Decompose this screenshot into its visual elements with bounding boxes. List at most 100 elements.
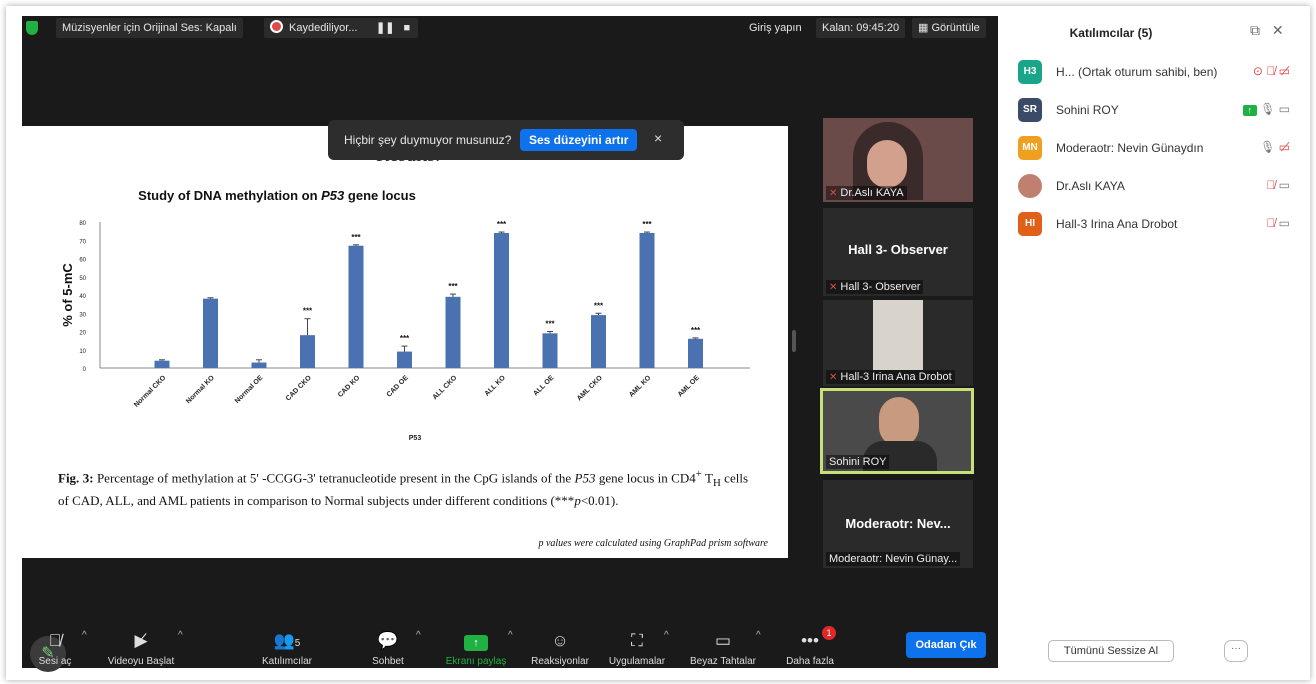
participant-name: H... (Ortak oturum sahibi, ben) (1056, 65, 1218, 79)
split-handle[interactable] (792, 330, 796, 352)
chart-bar (397, 351, 412, 368)
avatar: MN (1018, 136, 1042, 160)
video-tile-moderator[interactable]: Moderaotr: Nev... Moderaotr: Nevin Günay… (823, 480, 973, 568)
chevron-up-icon[interactable]: ^ (82, 630, 87, 641)
more-button[interactable]: ••• 1 Daha fazla (782, 626, 838, 667)
participant-status: ⊙ 🎙̸ ▭̸ (1253, 64, 1290, 78)
share-screen-icon: ↑ (442, 630, 510, 652)
y-axis-label: % of 5-mC (60, 263, 75, 327)
participant-row[interactable]: SR Sohini ROY ↑ 🎙 ▭ (1018, 98, 1302, 122)
panel-title: Katılımcılar (5) (1069, 26, 1153, 40)
chart-bar (203, 298, 218, 368)
recording-indicator[interactable]: Kaydediliyor... (264, 18, 372, 38)
caption-text-3: T (701, 470, 713, 486)
stop-icon[interactable]: ■ (404, 22, 411, 34)
view-label: Görüntüle (931, 22, 980, 34)
tile-name: ✕ Dr.Aslı KAYA (826, 186, 907, 200)
audio-toast: Hiçbir şey duymuyor musunuz? Ses düzeyin… (328, 120, 684, 160)
whiteboards-button[interactable]: ▭ Beyaz Tahtalar (686, 630, 760, 667)
reactions-button[interactable]: ☺ Reaksiyonlar (528, 630, 592, 667)
video-tile-irina[interactable]: ✕ Hall-3 Irina Ana Drobot (823, 300, 973, 386)
caption-gene: P53 (574, 470, 596, 486)
avatar: HI (1018, 212, 1042, 236)
chevron-up-icon[interactable]: ^ (508, 630, 513, 641)
x-tick-label: ALL KO (484, 374, 508, 398)
chevron-up-icon[interactable]: ^ (664, 630, 669, 641)
mic-icon: 🎙 (1260, 140, 1276, 154)
chat-label: Sohbet (372, 656, 404, 667)
participant-video (879, 397, 919, 447)
video-tile-asli[interactable]: ✕ Dr.Aslı KAYA (823, 118, 973, 202)
unmute-button[interactable]: 🎙̸ Sesi aç (30, 630, 80, 667)
start-video-button[interactable]: ▶̸ Videoyu Başlat (106, 630, 176, 667)
more-icon: ••• 1 (782, 626, 838, 652)
chat-button[interactable]: 💬 Sohbet (362, 630, 414, 667)
video-off-icon: ▭̸ (1278, 140, 1290, 154)
participant-status: 🎙 ▭̸ (1260, 140, 1290, 154)
close-icon[interactable]: × (654, 130, 662, 146)
recording-controls: ❚❚ ■ (370, 18, 418, 38)
meeting-area: Müzisyenler için Orijinal Ses: Kapalı Ka… (22, 16, 998, 672)
video-tile-sohini-active[interactable]: Sohini ROY (820, 388, 974, 474)
chart-bar (688, 338, 703, 368)
participant-face (867, 140, 907, 188)
sign-in-link[interactable]: Giriş yapın (743, 18, 808, 38)
caption-text-1: Percentage of methylation at 5' -CCGG-3'… (93, 470, 575, 486)
mic-icon: 🎙 (1260, 102, 1276, 116)
participant-status: 🎙̸ ▭ (1266, 216, 1290, 230)
chevron-up-icon[interactable]: ^ (416, 630, 421, 641)
avatar (1018, 174, 1042, 198)
participant-row[interactable]: Dr.Aslı KAYA 🎙̸ ▭ (1018, 174, 1302, 198)
mic-muted-icon: 🎙̸ (1266, 216, 1276, 230)
original-sound-status[interactable]: Müzisyenler için Orijinal Ses: Kapalı (56, 18, 243, 38)
whiteboard-icon: ▭ (714, 631, 732, 650)
recording-icon: ⊙ (1252, 64, 1263, 78)
chart-bar (542, 333, 558, 368)
x-tick-label: Normal CKO (133, 374, 168, 409)
more-options-button[interactable]: ··· (1224, 640, 1248, 662)
share-screen-button[interactable]: ↑ Ekranı paylaş (442, 630, 510, 667)
participants-button[interactable]: 👥5 Katılımcılar (252, 630, 322, 667)
chart-bar (154, 360, 170, 368)
mic-muted-icon: 🎙̸ (48, 631, 62, 650)
methylation-bar-chart: 0 10 20 30 40 50 60 70 80 % of 5-mC Normal CKO Norm… (60, 220, 750, 442)
popout-icon[interactable]: ⧉ (1250, 22, 1260, 38)
video-icon: ▭ (1278, 102, 1290, 116)
slide-footnote: p values were calculated using GraphPad … (538, 538, 768, 549)
chart-title: Study of DNA methylation on P53 gene loc… (22, 188, 532, 203)
mute-all-button[interactable]: Tümünü Sessize Al (1048, 640, 1174, 662)
participant-row[interactable]: HI Hall-3 Irina Ana Drobot 🎙̸ ▭ (1018, 212, 1302, 236)
significance-label: *** (303, 307, 313, 316)
participant-row[interactable]: H3 H... (Ortak oturum sahibi, ben) ⊙ 🎙̸ … (1018, 60, 1302, 84)
increase-volume-button[interactable]: Ses düzeyini artır (520, 129, 638, 151)
reactions-label: Reaksiyonlar (531, 656, 589, 667)
chevron-up-icon[interactable]: ^ (178, 630, 183, 641)
more-label: Daha fazla (786, 656, 834, 667)
meeting-toolbar: 🎙̸ Sesi aç ^ ▶̸ Videoyu Başlat ^ 👥5 Katılım… (22, 618, 998, 668)
apps-icon: ⛶ (631, 631, 643, 650)
time-remaining: Kalan: 09:45:20 (816, 18, 906, 38)
x-tick-label: Normal KO (185, 374, 216, 405)
close-icon[interactable]: ✕ (1272, 22, 1284, 38)
tile-center-name: Hall 3- Observer (848, 242, 948, 257)
participant-row[interactable]: MN Moderaotr: Nevin Günaydın 🎙 ▭̸ (1018, 136, 1302, 160)
chevron-up-icon[interactable]: ^ (756, 630, 761, 641)
chart-bar (348, 245, 364, 368)
chart-title-gene: P53 (321, 188, 345, 203)
significance-label: *** (400, 334, 410, 343)
x-tick-label: ALL CKO (432, 374, 459, 401)
apps-button[interactable]: ⛶ Uygulamalar (604, 630, 670, 667)
whiteboards-label: Beyaz Tahtalar (690, 656, 756, 667)
caption-sub: H (712, 476, 721, 489)
view-menu[interactable]: ▦ Görüntüle (912, 18, 986, 38)
participant-video (873, 300, 923, 370)
leave-button[interactable]: Odadan Çık (906, 632, 986, 658)
top-bar: Müzisyenler için Orijinal Ses: Kapalı Ka… (22, 16, 998, 40)
participant-name: Hall-3 Irina Ana Drobot (1056, 217, 1178, 231)
video-off-icon: ▭̸ (1278, 64, 1290, 78)
video-tile-hall3-observer[interactable]: Hall 3- Observer ✕ Hall 3- Observer (823, 208, 973, 296)
significance-label: *** (351, 233, 361, 242)
security-shield-icon[interactable] (26, 21, 38, 35)
x-tick-label: AML OE (677, 374, 701, 398)
pause-icon[interactable]: ❚❚ (376, 22, 394, 34)
